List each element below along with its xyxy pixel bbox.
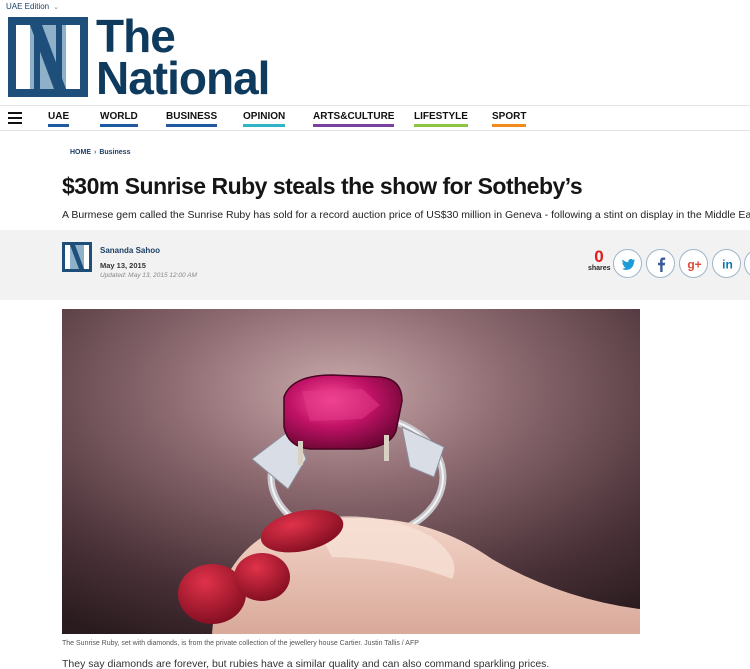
publish-date: May 13, 2015	[100, 261, 146, 270]
google-plus-icon: g+	[687, 258, 701, 272]
logo-n-icon	[8, 17, 88, 97]
nav-item-opinion[interactable]: OPINION	[243, 111, 286, 127]
hamburger-menu-icon[interactable]	[8, 112, 22, 124]
image-caption: The Sunrise Ruby, set with diamonds, is …	[62, 640, 419, 647]
article-headline: $30m Sunrise Ruby steals the show for So…	[62, 173, 583, 199]
byline-bar: Sananda Sahoo May 13, 2015 Updated: May …	[0, 230, 750, 300]
share-facebook-button[interactable]	[646, 249, 675, 278]
nav-item-sport[interactable]: SPORT	[492, 111, 527, 127]
share-count-label: shares	[588, 265, 611, 272]
breadcrumb-section[interactable]: Business	[99, 149, 130, 156]
chevron-right-icon: ›	[94, 149, 97, 156]
share-count-number: 0	[594, 247, 604, 266]
share-count: 0 shares	[588, 247, 611, 272]
share-twitter-button[interactable]	[613, 249, 642, 278]
nav-item-business[interactable]: BUSINESS	[166, 111, 218, 127]
chevron-down-icon: ⌄	[53, 4, 60, 11]
breadcrumb-home[interactable]: HOME	[70, 149, 91, 156]
logo-word-national: National	[96, 52, 270, 104]
author-name[interactable]: Sananda Sahoo	[100, 246, 160, 255]
breadcrumb: HOME › Business	[70, 149, 130, 156]
twitter-icon	[622, 259, 635, 270]
share-linkedin-button[interactable]: in	[712, 249, 741, 278]
edition-selector[interactable]: UAE Edition ⌄	[6, 2, 59, 11]
updated-timestamp: Updated: May 13, 2015 12:00 AM	[100, 272, 197, 279]
nav-item-world[interactable]: WORLD	[100, 111, 138, 127]
edition-label: UAE Edition	[6, 2, 50, 11]
article-body-paragraph: They say diamonds are forever, but rubie…	[62, 658, 550, 669]
article-standfirst: A Burmese gem called the Sunrise Ruby ha…	[62, 209, 750, 221]
share-more-button[interactable]	[744, 249, 750, 278]
linkedin-icon: in	[722, 258, 733, 272]
nav-item-arts-culture[interactable]: ARTS&CULTURE	[313, 111, 395, 127]
svg-text:g+: g+	[687, 258, 701, 272]
main-nav: UAE WORLD BUSINESS OPINION ARTS&CULTURE …	[0, 105, 750, 131]
facebook-icon	[658, 257, 666, 272]
nav-item-lifestyle[interactable]: LIFESTYLE	[414, 111, 468, 127]
article-hero-image	[62, 309, 640, 634]
nav-item-uae[interactable]: UAE	[48, 111, 70, 127]
share-google-plus-button[interactable]: g+	[679, 249, 708, 278]
author-avatar	[62, 242, 92, 272]
svg-text:in: in	[722, 258, 733, 272]
